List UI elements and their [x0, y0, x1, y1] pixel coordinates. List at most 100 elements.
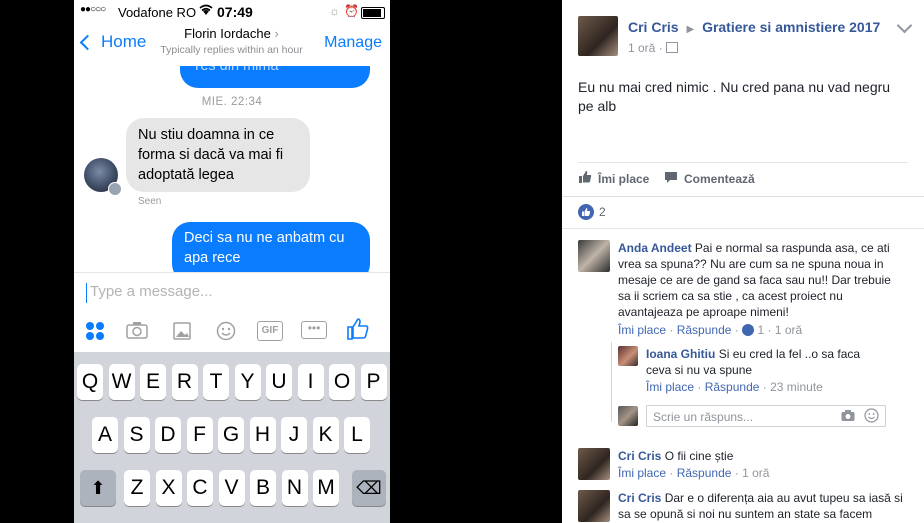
key-h[interactable]: H — [249, 417, 276, 453]
post-author[interactable]: Cri Cris — [628, 19, 679, 35]
key-z[interactable]: Z — [124, 470, 150, 506]
key-i[interactable]: I — [297, 364, 324, 400]
apps-icon[interactable] — [84, 321, 106, 341]
comment-time[interactable]: 1 oră — [775, 323, 802, 337]
chevron-right-icon: › — [274, 26, 279, 41]
comment-reply-link[interactable]: Răspunde — [705, 380, 760, 394]
chevron-left-icon — [79, 34, 96, 51]
delete-key[interactable]: ⌫ — [352, 470, 386, 506]
key-j[interactable]: J — [281, 417, 307, 453]
composer: Type a message... GIF ••• — [74, 272, 390, 353]
message-bubble-outgoing[interactable]: Deci sa nu ne anbatm cu apa rece — [172, 222, 370, 272]
camera-icon[interactable] — [841, 409, 855, 427]
key-b[interactable]: B — [250, 470, 276, 506]
like-icon[interactable] — [346, 317, 369, 340]
key-d[interactable]: D — [155, 417, 181, 453]
battery-icon — [361, 7, 385, 19]
conversation-header: Home Florin Iordache › Typically replies… — [74, 24, 390, 67]
text-cursor — [86, 283, 87, 303]
key-k[interactable]: K — [312, 417, 339, 453]
comment-button[interactable]: Comentează — [664, 170, 755, 187]
comment-like-link[interactable]: Îmi place — [646, 380, 694, 394]
contact-name[interactable]: Florin Iordache › — [144, 26, 319, 41]
comment-author[interactable]: Cri Cris — [618, 449, 661, 463]
shift-key[interactable]: ⬆ — [80, 470, 116, 506]
gif-icon[interactable]: GIF — [257, 321, 283, 341]
key-u[interactable]: U — [266, 364, 292, 400]
more-icon[interactable]: ••• — [301, 321, 327, 339]
key-s[interactable]: S — [123, 417, 150, 453]
home-back-button[interactable]: Home — [79, 32, 147, 52]
post-time[interactable]: 1 oră · — [628, 41, 679, 55]
key-w[interactable]: W — [108, 364, 135, 400]
like-count: 2 — [599, 205, 606, 219]
comment-author[interactable]: Ioana Ghitiu — [646, 347, 715, 361]
group-link[interactable]: Gratiere si amnistiere 2017 — [702, 19, 880, 35]
key-c[interactable]: C — [187, 470, 213, 506]
divider — [578, 162, 908, 163]
comment-like-link[interactable]: Îmi place — [618, 323, 666, 337]
like-reaction-icon — [578, 204, 594, 220]
commenter-avatar[interactable] — [578, 240, 610, 272]
gallery-icon[interactable] — [171, 321, 193, 341]
key-q[interactable]: Q — [77, 364, 103, 400]
key-l[interactable]: L — [344, 417, 370, 453]
comment-like-link[interactable]: Îmi place — [618, 466, 666, 480]
comment-reply-link[interactable]: Răspunde — [677, 323, 732, 337]
message-input[interactable]: Type a message... — [90, 283, 213, 300]
key-t[interactable]: T — [203, 364, 229, 400]
author-avatar[interactable] — [578, 16, 618, 56]
reply-body: Ioana Ghitiu Si eu cred la fel ..o sa fa… — [646, 346, 866, 378]
back-label: Home — [101, 32, 147, 51]
reaction-summary[interactable]: 2 — [578, 204, 606, 220]
key-v[interactable]: V — [218, 470, 245, 506]
comment-actions: Îmi place · Răspunde · 1 oră — [618, 466, 770, 480]
messenger-badge-icon — [108, 182, 122, 196]
comment-body: Cri Cris O fii cine știe — [618, 448, 906, 464]
comment-text: O fii cine știe — [664, 449, 734, 463]
status-bar: ●●○○○ Vodafone RO 07:49 ☼ ⏰ — [74, 0, 390, 24]
audience-icon — [666, 42, 679, 53]
comment-icon — [664, 170, 678, 187]
key-g[interactable]: G — [218, 417, 244, 453]
key-n[interactable]: N — [281, 470, 308, 506]
key-y[interactable]: Y — [234, 364, 261, 400]
message-timestamp: MIE. 22:34 — [201, 96, 263, 108]
commenter-avatar[interactable] — [578, 490, 610, 522]
comment-actions: Îmi place · Răspunde · 1 · 1 oră — [618, 323, 803, 337]
emoji-icon[interactable] — [215, 321, 237, 341]
key-m[interactable]: M — [313, 470, 339, 506]
comment-author[interactable]: Cri Cris — [618, 491, 661, 505]
comment-like-count[interactable]: 1 — [757, 323, 764, 337]
camera-icon[interactable] — [126, 321, 148, 341]
message-list[interactable]: Yes din mima MIE. 22:34 Nu stiu doamna i… — [74, 66, 390, 272]
comment-time[interactable]: 23 minute — [770, 380, 823, 394]
key-e[interactable]: E — [140, 364, 166, 400]
key-r[interactable]: R — [171, 364, 198, 400]
commenter-avatar[interactable] — [618, 346, 638, 366]
key-a[interactable]: A — [92, 417, 118, 453]
message-bubble-incoming[interactable]: Nu stiu doamna in ce forma si dacă va ma… — [126, 118, 310, 192]
emoji-icon[interactable] — [864, 408, 879, 428]
commenter-avatar[interactable] — [578, 448, 610, 480]
comment-reply-link[interactable]: Răspunde — [677, 466, 732, 480]
manage-button[interactable]: Manage — [324, 34, 382, 52]
key-p[interactable]: P — [360, 364, 387, 400]
divider — [562, 228, 924, 229]
comment-time[interactable]: 1 oră — [742, 466, 769, 480]
post-text: Eu nu mai cred nimic . Nu cred pana nu v… — [578, 79, 891, 114]
key-x[interactable]: X — [155, 470, 182, 506]
key-f[interactable]: F — [186, 417, 213, 453]
seen-receipt: Seen — [138, 196, 162, 207]
key-o[interactable]: O — [329, 364, 355, 400]
comment-body: Anda Andeet Pai e normal sa raspunda asa… — [618, 240, 906, 320]
contact-subtitle: Typically replies within an hour — [160, 44, 303, 56]
chevron-down-icon[interactable] — [896, 17, 913, 34]
comment-body: Cri Cris Dar e o diferența aia au avut t… — [618, 490, 906, 522]
arrow-right-icon: ▶ — [686, 24, 695, 35]
like-button[interactable]: Îmi place — [578, 170, 649, 187]
comment-author[interactable]: Anda Andeet — [618, 241, 692, 255]
brightness-icon: ☼ — [329, 4, 340, 18]
message-bubble-outgoing-partial[interactable]: Yes din mima — [180, 66, 370, 88]
thumbs-up-icon — [578, 170, 592, 187]
